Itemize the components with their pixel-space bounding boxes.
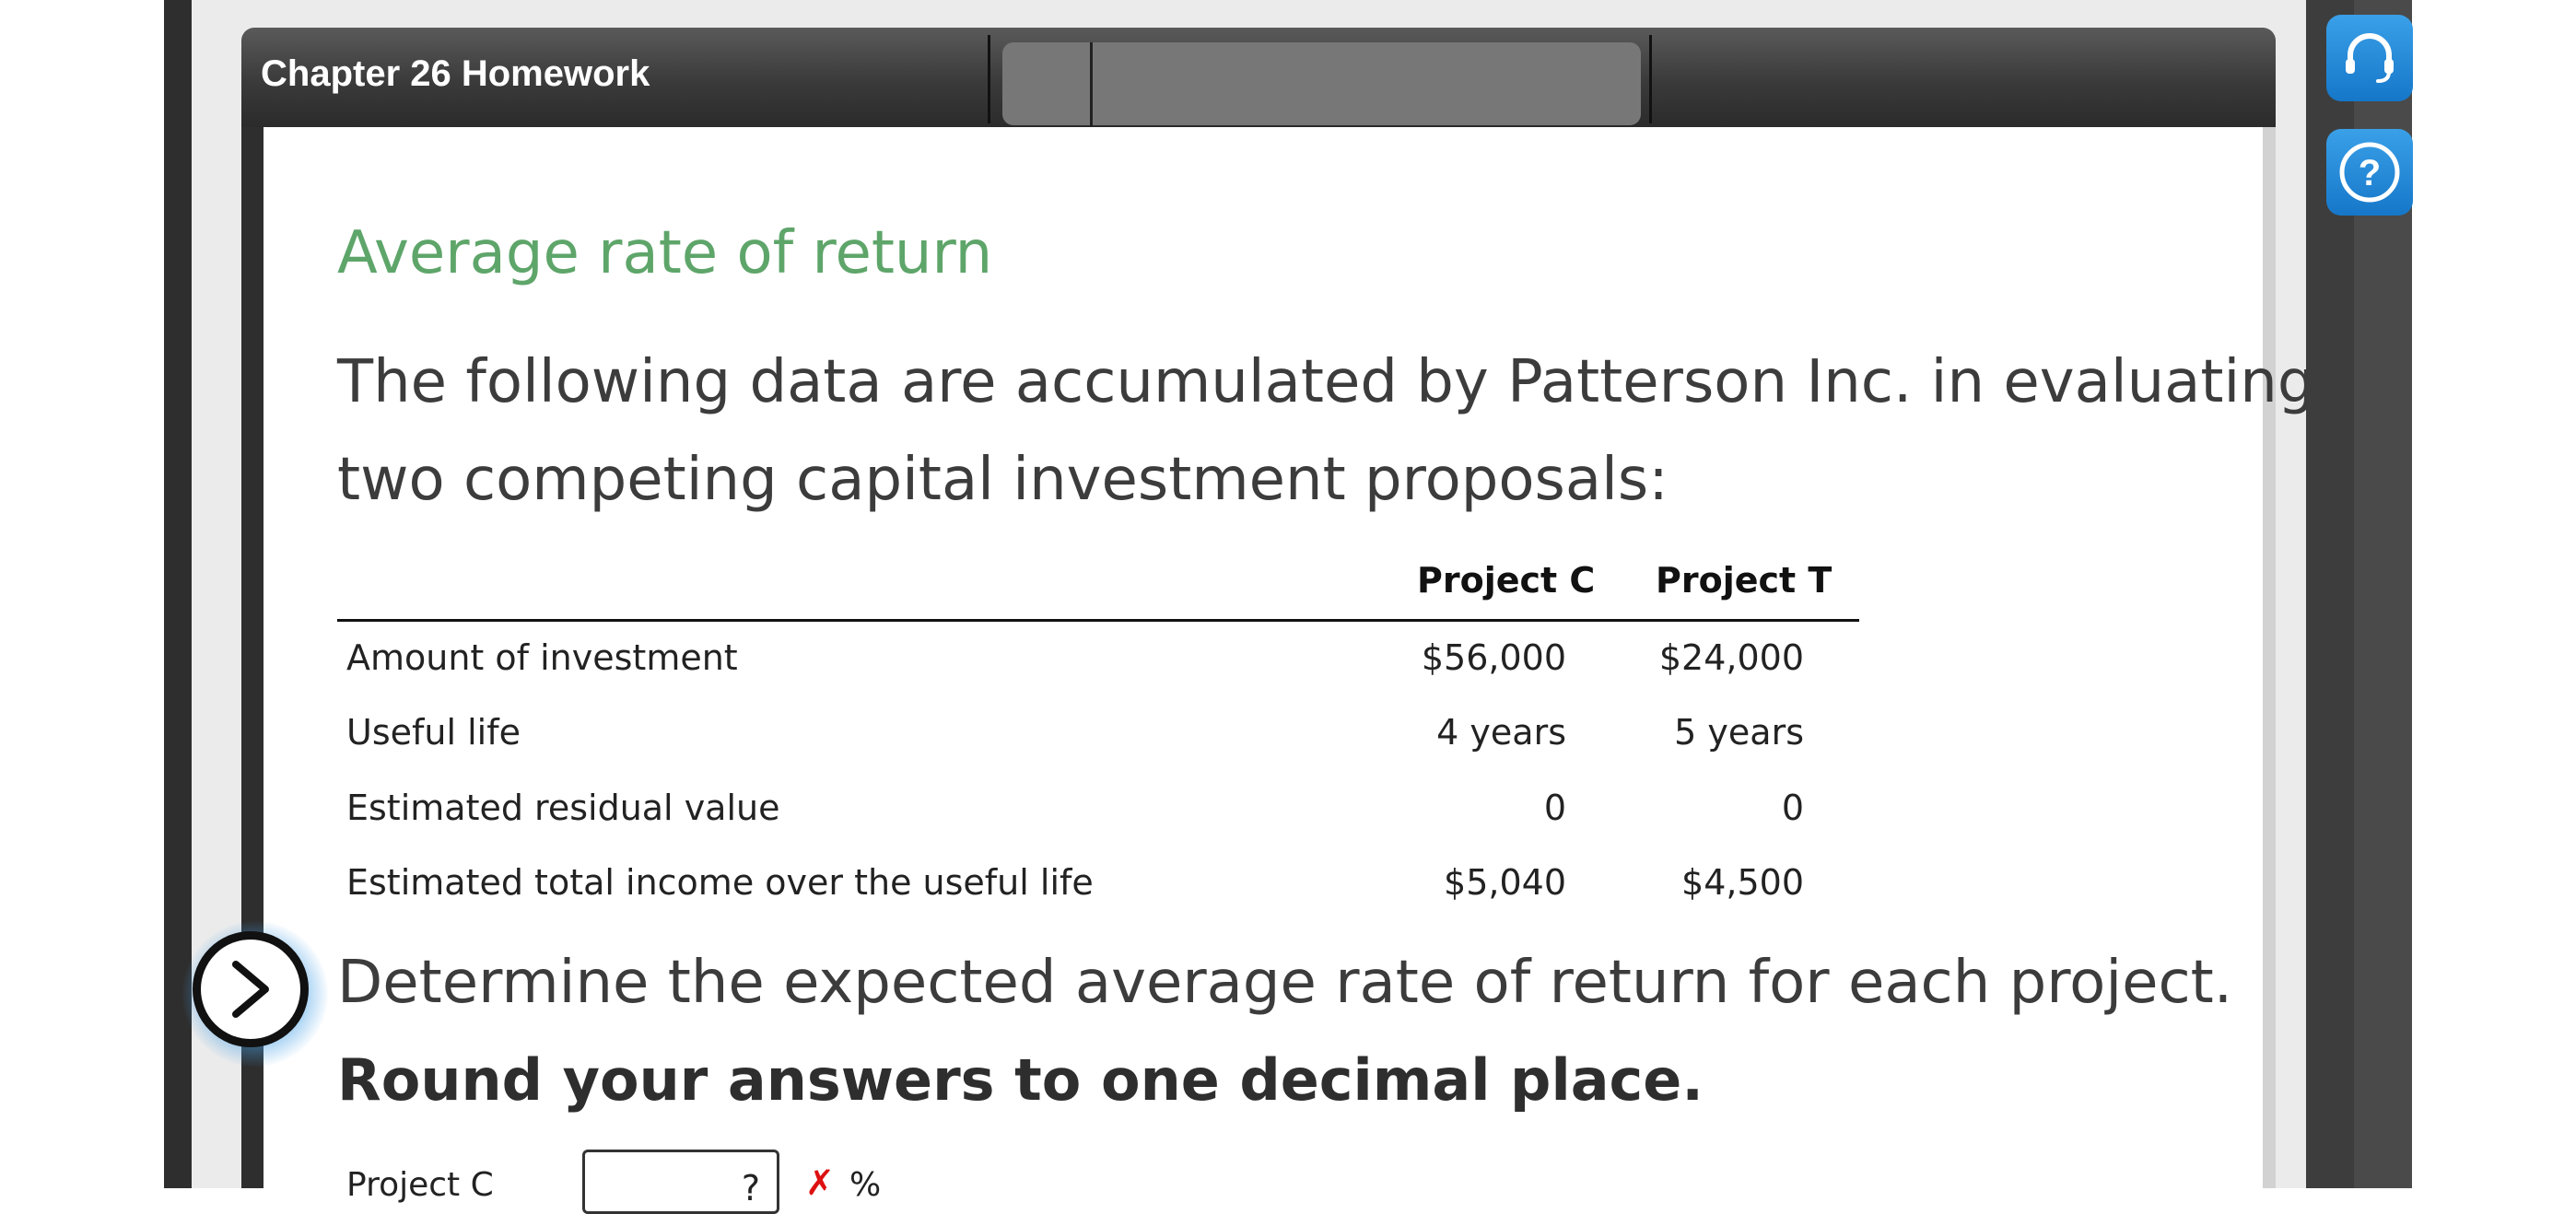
cell-project-t: $4,500 bbox=[1681, 862, 1804, 903]
help-glyph: ? bbox=[2359, 153, 2381, 193]
content-right-border bbox=[2263, 127, 2276, 1188]
help-icon: ? bbox=[2339, 142, 2400, 203]
toolbar-divider bbox=[1649, 35, 1652, 123]
table-header-rule bbox=[337, 619, 1859, 622]
row-label: Estimated residual value bbox=[346, 788, 780, 828]
toolbar-menu-panel[interactable] bbox=[1002, 42, 1641, 125]
chevron-right-icon bbox=[232, 961, 269, 1018]
rounding-note: Round your answers to one decimal place. bbox=[337, 1046, 1704, 1114]
toolbar-divider bbox=[1090, 42, 1093, 127]
incorrect-mark-icon: ✗ bbox=[805, 1162, 835, 1203]
percent-unit: % bbox=[849, 1166, 882, 1204]
help-button[interactable]: ? bbox=[2326, 129, 2413, 216]
cell-project-c: 0 bbox=[1543, 788, 1566, 828]
toolbar-divider bbox=[988, 35, 990, 123]
row-label: Amount of investment bbox=[346, 637, 738, 678]
column-header-project-c: Project C bbox=[1417, 560, 1596, 601]
cell-project-c: $56,000 bbox=[1421, 637, 1566, 678]
cell-project-c: $5,040 bbox=[1444, 862, 1566, 903]
intro-text-line: The following data are accumulated by Pa… bbox=[337, 348, 2315, 416]
current-step-button[interactable] bbox=[193, 931, 309, 1047]
row-label: Useful life bbox=[346, 712, 521, 753]
question-instruction: Determine the expected average rate of r… bbox=[337, 949, 2233, 1017]
cell-project-t: 5 years bbox=[1674, 712, 1804, 753]
section-title: Average rate of return bbox=[337, 219, 993, 287]
answer-input-project-c[interactable] bbox=[582, 1150, 779, 1214]
intro-text-line: two competing capital investment proposa… bbox=[337, 446, 1669, 514]
cell-project-c: 4 years bbox=[1436, 712, 1566, 753]
cell-project-t: $24,000 bbox=[1658, 637, 1804, 678]
column-header-project-t: Project T bbox=[1656, 560, 1832, 601]
cell-project-t: 0 bbox=[1781, 788, 1804, 828]
answer-label-project-c: Project C bbox=[346, 1166, 494, 1204]
assignment-title: Chapter 26 Homework bbox=[261, 53, 650, 94]
support-button[interactable] bbox=[2326, 15, 2413, 101]
row-label: Estimated total income over the useful l… bbox=[346, 862, 1094, 903]
headset-icon bbox=[2346, 33, 2394, 83]
